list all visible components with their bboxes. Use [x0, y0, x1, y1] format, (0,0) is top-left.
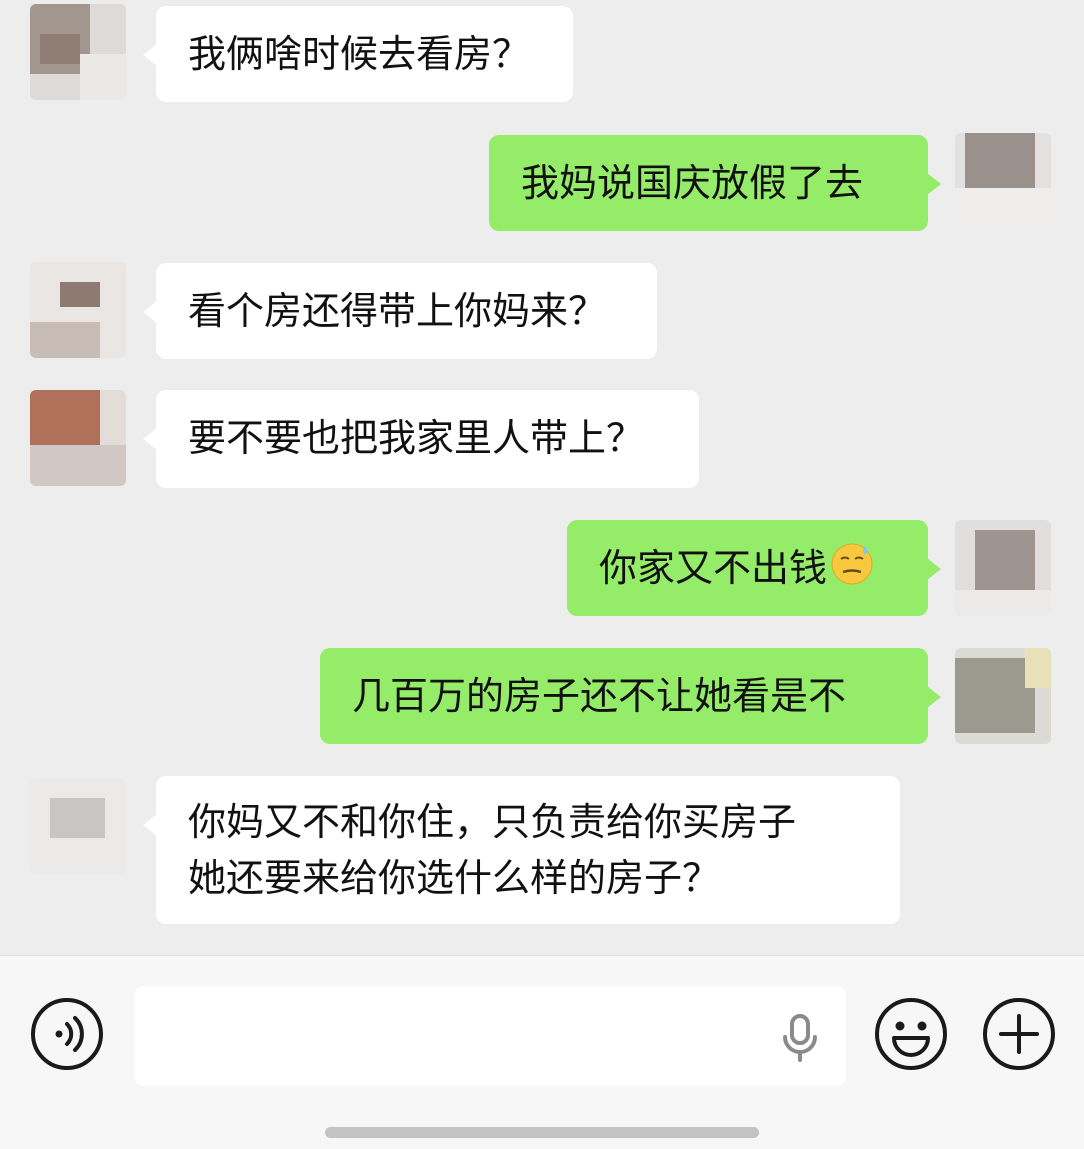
my-avatar[interactable] — [955, 133, 1051, 229]
my-avatar[interactable] — [955, 648, 1051, 744]
message-bubble-incoming[interactable]: 你妈又不和你住，只负责给你买房子 她还要来给你选什么样的房子？ — [143, 776, 900, 924]
emoji-icon[interactable] — [873, 996, 949, 1072]
message-text: 要不要也把我家里人带上？ — [188, 416, 645, 460]
my-avatar[interactable] — [955, 520, 1051, 616]
chat-area: 我俩啥时候去看房？ 我妈说国庆放假了去 看个房还得带上你妈来？ 要不要也把我家里… — [0, 0, 1084, 955]
plus-icon[interactable] — [981, 996, 1057, 1072]
message-text-line: 你妈又不和你住，只负责给你买房子 — [188, 800, 797, 844]
message-text: 我妈说国庆放假了去 — [521, 161, 864, 205]
home-indicator[interactable] — [325, 1127, 759, 1138]
message-bubble-outgoing[interactable]: 几百万的房子还不让她看是不 — [320, 648, 941, 744]
message-text: 你家又不出钱 — [599, 546, 828, 590]
message-bubble-incoming[interactable]: 看个房还得带上你妈来？ — [143, 263, 657, 359]
voice-icon[interactable] — [29, 996, 105, 1072]
message-bubble-incoming[interactable]: 要不要也把我家里人带上？ — [143, 390, 699, 488]
input-bar — [0, 955, 1084, 1149]
contact-avatar[interactable] — [30, 390, 126, 486]
contact-avatar[interactable] — [30, 4, 126, 100]
message-bubble-outgoing[interactable]: 你家又不出钱 — [567, 520, 941, 616]
message-text: 几百万的房子还不让她看是不 — [352, 674, 847, 718]
message-bubble-outgoing[interactable]: 我妈说国庆放假了去 — [489, 135, 941, 231]
contact-avatar[interactable] — [30, 262, 126, 358]
message-input[interactable] — [134, 986, 846, 1086]
sweat-smile-emoji — [829, 540, 875, 601]
contact-avatar[interactable] — [30, 778, 126, 874]
message-text: 我俩啥时候去看房？ — [188, 32, 531, 76]
message-bubble-incoming[interactable]: 我俩啥时候去看房？ — [143, 6, 573, 102]
message-text: 看个房还得带上你妈来？ — [188, 289, 607, 333]
microphone-icon[interactable] — [780, 1013, 820, 1063]
message-text-line: 她还要来给你选什么样的房子？ — [188, 856, 721, 900]
